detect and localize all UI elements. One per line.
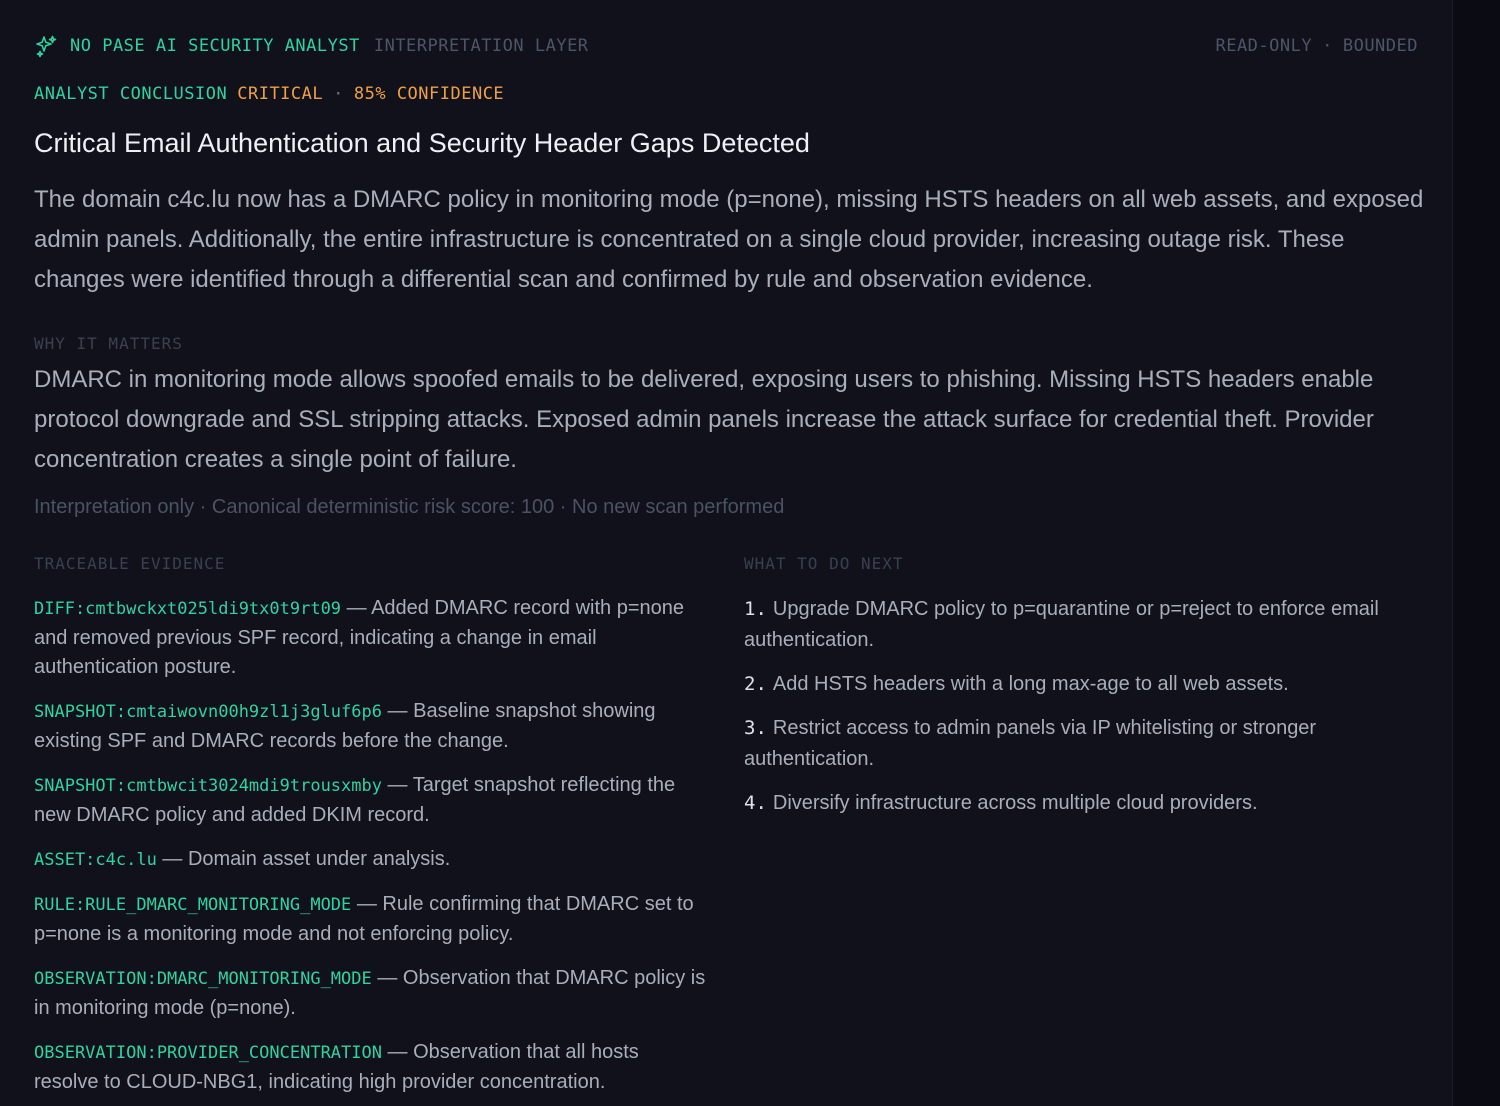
- bounded-badge: BOUNDED: [1342, 36, 1418, 56]
- next-steps-label: WHAT TO DO NEXT: [744, 554, 904, 573]
- layer-subtitle: INTERPRETATION LAYER: [373, 36, 589, 56]
- evidence-item: SNAPSHOT:cmtaiwovn00h9zl1j3gluf6p6 — Bas…: [34, 700, 656, 752]
- step-text: Restrict access to admin panels via IP w…: [744, 717, 1317, 770]
- next-step-item: 4. Diversify infrastructure across multip…: [744, 788, 1424, 819]
- conclusion-label: ANALYST CONCLUSION: [34, 84, 228, 104]
- read-only-badge: READ-ONLY: [1215, 36, 1313, 56]
- conclusion-line: ANALYST CONCLUSION CRITICAL · 85% CONFIDENC…: [34, 84, 504, 104]
- confidence-badge: 85% CONFIDENCE: [353, 84, 505, 104]
- evidence-ref-link[interactable]: ASSET:c4c.lu: [34, 850, 157, 870]
- evidence-item: ASSET:c4c.lu — Domain asset under analys…: [34, 848, 451, 870]
- evidence-item: RULE:RULE_DMARC_MONITORING_MODE — Rule c…: [34, 893, 694, 945]
- step-text: Upgrade DMARC policy to p=quarantine or …: [744, 598, 1379, 651]
- evidence-ref-link[interactable]: RULE:RULE_DMARC_MONITORING_MODE: [34, 895, 351, 915]
- next-steps-list: 1. Upgrade DMARC policy to p=quarantine o…: [744, 594, 1424, 832]
- conclusion-separator: ·: [333, 84, 344, 104]
- why-it-matters-text: DMARC in monitoring mode allows spoofed …: [34, 366, 1374, 473]
- evidence-item: OBSERVATION:DMARC_MONITORING_MODE — Obse…: [34, 967, 706, 1019]
- evidence-list: DIFF:cmtbwckxt025ldi9tx0t9rt09 — Added D…: [34, 594, 706, 1106]
- mode-indicator: READ-ONLY · BOUNDED: [1215, 36, 1418, 56]
- evidence-ref-link[interactable]: SNAPSHOT:cmtbwcit3024mdi9trousxmby: [34, 776, 382, 796]
- next-step-item: 1. Upgrade DMARC policy to p=quarantine o…: [744, 594, 1424, 656]
- evidence-label: TRACEABLE EVIDENCE: [34, 554, 226, 573]
- evidence-ref-link[interactable]: OBSERVATION:PROVIDER_CONCENTRATION: [34, 1043, 382, 1063]
- step-number: 3.: [744, 717, 767, 739]
- mode-separator: ·: [1322, 36, 1333, 56]
- next-step-item: 3. Restrict access to admin panels via IP…: [744, 713, 1424, 775]
- evidence-item: DIFF:cmtbwckxt025ldi9tx0t9rt09 — Added D…: [34, 597, 685, 678]
- step-number: 4.: [744, 792, 767, 814]
- app-title: NO PASE AI SECURITY ANALYST: [70, 36, 360, 56]
- panel-header: NO PASE AI SECURITY ANALYST INTERPRETATI…: [34, 34, 1418, 58]
- step-number: 2.: [744, 673, 767, 695]
- interpretation-note: Interpretation only · Canonical determin…: [34, 496, 785, 518]
- evidence-text: Domain asset under analysis.: [187, 848, 451, 870]
- evidence-ref-link[interactable]: OBSERVATION:DMARC_MONITORING_MODE: [34, 969, 372, 989]
- analyst-panel: NO PASE AI SECURITY ANALYST INTERPRETATI…: [0, 0, 1453, 1106]
- conclusion-title: Critical Email Authentication and Securi…: [34, 128, 810, 158]
- step-number: 1.: [744, 598, 767, 620]
- step-text: Diversify infrastructure across multiple…: [772, 792, 1258, 814]
- evidence-ref-link[interactable]: SNAPSHOT:cmtaiwovn00h9zl1j3gluf6p6: [34, 702, 382, 722]
- evidence-item: OBSERVATION:PROVIDER_CONCENTRATION — Obs…: [34, 1041, 639, 1093]
- conclusion-summary: The domain c4c.lu now has a DMARC policy…: [34, 186, 1424, 293]
- sparkles-icon: [36, 35, 57, 58]
- step-text: Add HSTS headers with a long max-age to …: [772, 673, 1289, 695]
- why-it-matters-label: WHY IT MATTERS: [34, 334, 183, 353]
- severity-badge: CRITICAL: [237, 84, 324, 104]
- next-step-item: 2. Add HSTS headers with a long max-age t…: [744, 669, 1424, 700]
- evidence-item: SNAPSHOT:cmtbwcit3024mdi9trousxmby — Tar…: [34, 774, 676, 826]
- evidence-ref-link[interactable]: DIFF:cmtbwckxt025ldi9tx0t9rt09: [34, 599, 341, 619]
